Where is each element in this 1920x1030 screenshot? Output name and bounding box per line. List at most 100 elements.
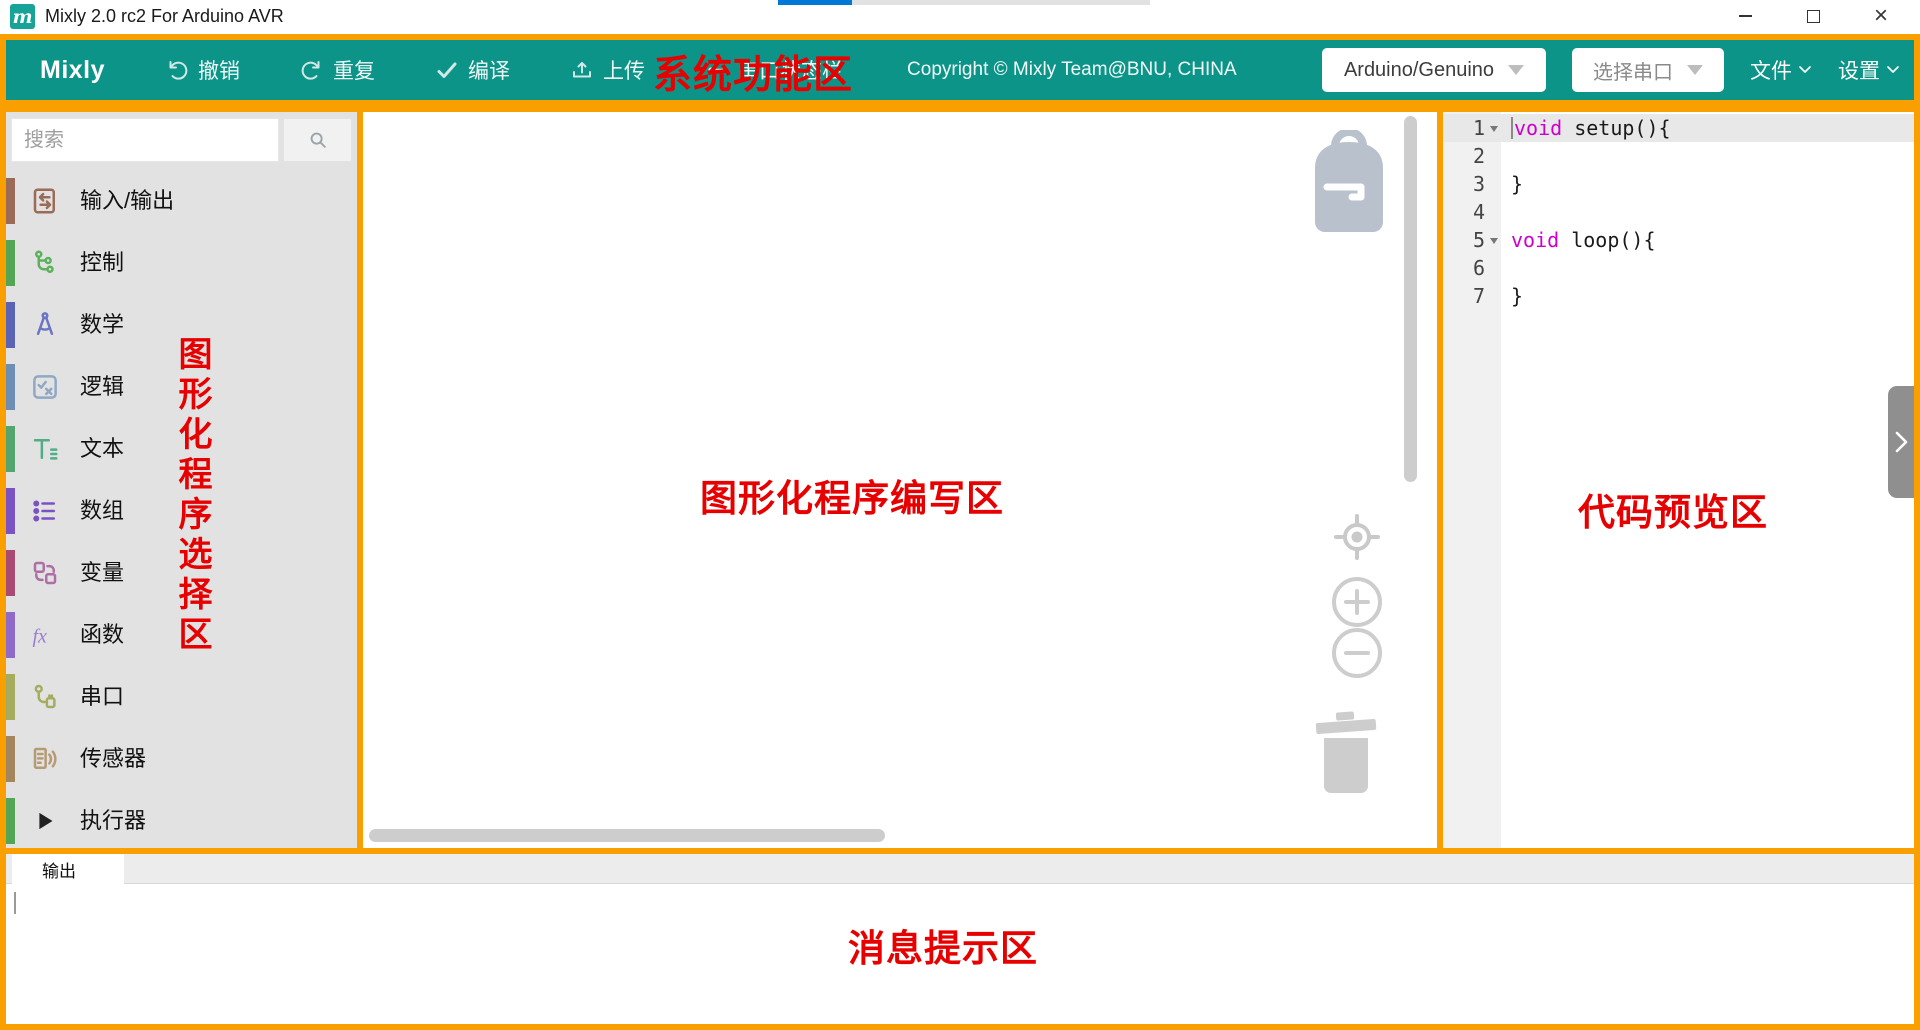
- toolbar-item-upload[interactable]: 上传: [570, 55, 645, 85]
- compile-icon: [435, 58, 459, 82]
- code-token: setup(){: [1562, 114, 1670, 142]
- canvas-horizontal-scrollbar[interactable]: [369, 829, 885, 842]
- annotation-program-edit-area: 图形化程序编写区: [700, 468, 1004, 522]
- menu-label: 设置: [1838, 55, 1880, 85]
- annotation-message-area: 消息提示区: [848, 918, 1038, 972]
- menu-label: 文件: [1750, 55, 1792, 85]
- sidebar-item-serial[interactable]: 串口: [6, 666, 357, 728]
- toolbar-item-label: 上传: [603, 55, 645, 85]
- sidebar-item-actuator[interactable]: 执行器: [6, 790, 357, 848]
- redo-icon: [300, 58, 324, 82]
- board-select-dropdown[interactable]: Arduino/Genuino: [1322, 48, 1546, 92]
- category-label: 执行器: [80, 790, 146, 848]
- category-label: 控制: [80, 232, 124, 294]
- code-line-7: 7}: [1443, 282, 1914, 310]
- code-text: void loop(){: [1501, 226, 1656, 254]
- close-button[interactable]: ×: [1858, 0, 1904, 32]
- category-color-bar: [6, 612, 15, 658]
- toolbar-menus: 文件 设置: [1750, 55, 1900, 85]
- control-icon: [30, 248, 60, 278]
- category-color-bar: [6, 674, 15, 720]
- zoom-out-button[interactable]: [1331, 627, 1383, 679]
- canvas-vertical-scrollbar[interactable]: [1404, 116, 1417, 482]
- logic-icon: [30, 372, 60, 402]
- collapse-panel-handle[interactable]: [1888, 386, 1914, 498]
- code-text: [1501, 142, 1511, 170]
- code-line-6: 6: [1443, 254, 1914, 282]
- code-preview-panel: 1void setup(){23}45void loop(){67}: [1437, 106, 1920, 854]
- variable-icon: [30, 558, 60, 588]
- search-input[interactable]: [11, 118, 279, 162]
- line-number: 1: [1443, 114, 1501, 142]
- chevron-down-icon: [1508, 65, 1524, 75]
- zoom-in-button[interactable]: [1331, 576, 1383, 628]
- keyword-token: void: [1511, 226, 1559, 254]
- category-label: 传感器: [80, 728, 146, 790]
- function-icon: fx: [30, 620, 60, 650]
- code-text: [1501, 254, 1511, 282]
- code-text: void setup(){: [1501, 114, 1671, 142]
- mixly-brand[interactable]: Mixly: [40, 56, 105, 85]
- category-color-bar: [6, 488, 15, 534]
- code-line-4: 4: [1443, 198, 1914, 226]
- code-lines: 1void setup(){23}45void loop(){67}: [1443, 114, 1914, 310]
- line-number: 7: [1443, 282, 1501, 310]
- maximize-button[interactable]: [1790, 0, 1836, 32]
- minimize-button[interactable]: [1722, 0, 1768, 32]
- chevron-down-icon: [1687, 65, 1703, 75]
- chevron-down-icon: [1798, 65, 1812, 75]
- search-icon: [307, 129, 329, 151]
- category-label: 输入/输出: [80, 170, 174, 232]
- svg-text:fx: fx: [33, 626, 48, 648]
- sidebar-item-control[interactable]: 控制: [6, 232, 357, 294]
- sidebar-item-sensor[interactable]: 传感器: [6, 728, 357, 790]
- center-view-button[interactable]: [1333, 513, 1381, 561]
- upload-icon: [570, 58, 594, 82]
- toolbar-item-label: 重复: [333, 55, 375, 85]
- mixly-logo-icon: m: [10, 4, 35, 29]
- code-line-2: 2: [1443, 142, 1914, 170]
- toolbar-item-compile[interactable]: 编译: [435, 55, 510, 85]
- fold-marker-icon[interactable]: [1490, 238, 1498, 244]
- array-icon: [30, 496, 60, 526]
- search-button[interactable]: [283, 118, 352, 162]
- category-label: 逻辑: [80, 356, 124, 418]
- backpack-icon[interactable]: [1301, 130, 1397, 234]
- toolbar-item-undo[interactable]: 撤销: [165, 55, 240, 85]
- sensor-icon: [30, 744, 60, 774]
- text-icon: [30, 434, 60, 464]
- titlebar: m Mixly 2.0 rc2 For Arduino AVR ×: [0, 0, 1920, 34]
- sidebar-item-io[interactable]: 输入/输出: [6, 170, 357, 232]
- category-color-bar: [6, 302, 15, 348]
- port-select-value: 选择串口: [1593, 56, 1673, 85]
- tab-output[interactable]: 输出: [12, 854, 124, 884]
- category-color-bar: [6, 240, 15, 286]
- code-text: }: [1501, 170, 1523, 198]
- serial-icon: [30, 682, 60, 712]
- category-color-bar: [6, 364, 15, 410]
- text-cursor: [1511, 117, 1513, 139]
- toolbar-item-redo[interactable]: 重复: [300, 55, 375, 85]
- port-select-dropdown[interactable]: 选择串口: [1572, 48, 1724, 92]
- keyword-token: void: [1514, 114, 1562, 142]
- chevron-down-icon: [1886, 65, 1900, 75]
- minimize-icon: [1739, 15, 1752, 17]
- fold-marker-icon[interactable]: [1490, 126, 1498, 132]
- copyright-text: Copyright © Mixly Team@BNU, CHINA: [907, 59, 1237, 81]
- actuator-icon: [30, 806, 60, 836]
- trash-icon[interactable]: [1314, 710, 1378, 794]
- line-number: 6: [1443, 254, 1501, 282]
- code-line-3: 3}: [1443, 170, 1914, 198]
- code-token: loop(){: [1559, 226, 1655, 254]
- category-label: 串口: [80, 666, 124, 728]
- menu-settings[interactable]: 设置: [1838, 55, 1900, 85]
- category-color-bar: [6, 426, 15, 472]
- maximize-icon: [1807, 10, 1820, 23]
- code-line-1: 1void setup(){: [1443, 114, 1914, 142]
- menu-file[interactable]: 文件: [1750, 55, 1812, 85]
- progress-bar-track: [778, 0, 1150, 5]
- math-icon: [30, 310, 60, 340]
- category-color-bar: [6, 550, 15, 596]
- progress-bar-fill: [778, 0, 852, 5]
- message-tabstrip: 输出: [6, 854, 1914, 884]
